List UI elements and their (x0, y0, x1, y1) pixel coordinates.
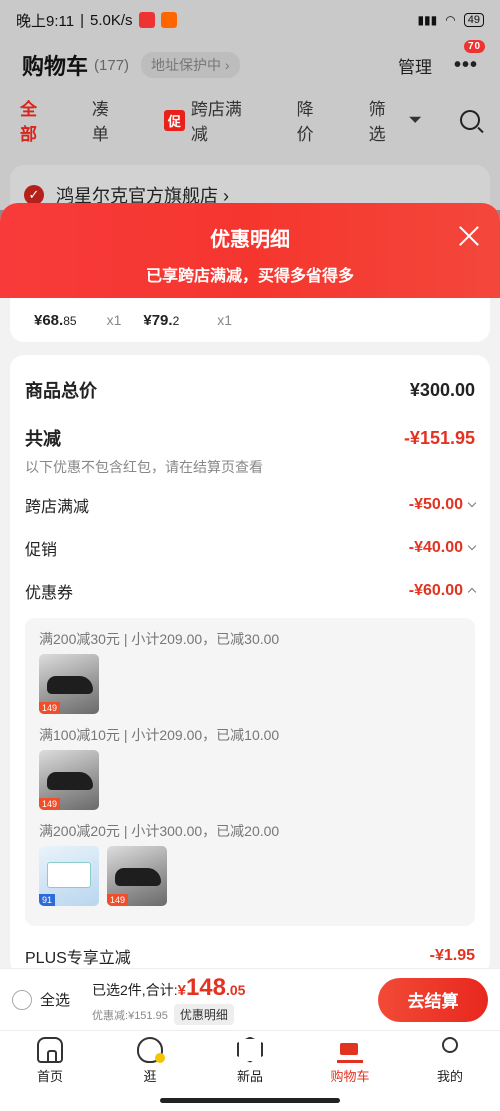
tab-me[interactable]: 我的 (415, 1036, 485, 1085)
filter-tabs: 全部 凑单 促 跨店满减 降价 筛选 ⏷ (0, 90, 500, 150)
cart-count: (177) (94, 56, 130, 74)
cross-store-discount-row[interactable]: 跨店满减 -¥50.00 (25, 483, 477, 526)
bottom-tab-bar: 首页 逛 新品 购物车 我的 (0, 1030, 500, 1090)
close-icon[interactable] (458, 225, 480, 247)
search-icon[interactable] (460, 110, 481, 130)
network-speed: 5.0K/s (90, 11, 133, 29)
sheet-title: 优惠明细 (210, 229, 290, 251)
cross-store-discount-label: 跨店满减 (25, 498, 90, 516)
coupon-discount-label: 优惠券 (25, 584, 74, 602)
coupon-1-thumbs: 149 (39, 654, 461, 722)
promo-discount-label: 促销 (25, 541, 58, 559)
coupon-line-2: 满100减10元 | 小计209.00，已减10.00 (39, 727, 280, 743)
tab-browse-label: 逛 (143, 1068, 157, 1084)
tab-cart-label: 购物车 (330, 1068, 370, 1084)
tab-new-label: 新品 (236, 1068, 263, 1084)
total-price-label: 商品总价 (25, 381, 97, 401)
discount-detail-sheet: 优惠明细 已享跨店满减，买得多省得多 ¥68.85 x1 ¥79.2 x1 商品… (0, 203, 500, 968)
total-discount-row: 共减 -¥151.95 (25, 425, 475, 451)
chevron-down-icon (467, 541, 477, 551)
more-badge: 70 (463, 39, 486, 53)
discount-note: 以下优惠不包含红包，请在结算页查看 (25, 459, 263, 475)
select-all-label[interactable]: 全选 (40, 989, 70, 1010)
checkout-button[interactable]: 去结算 (378, 977, 488, 1022)
wifi-icon: ◠ (445, 13, 456, 27)
item-qty-2: x1 (217, 312, 233, 328)
checkout-bar: 全选 已选2件,合计: ¥148.05 优惠减:¥151.95 优惠明细 去结算 (0, 968, 500, 1030)
signal-icon: ▮▮▮ (417, 13, 438, 27)
tab-cross-store[interactable]: 促 跨店满减 (163, 95, 259, 145)
home-icon (37, 1036, 63, 1063)
coupon-line-3: 满200减20元 | 小计300.00，已减20.00 (39, 823, 280, 839)
address-protect-chip[interactable]: 地址保护中 › (141, 52, 240, 78)
tab-cart[interactable]: 购物车 (315, 1037, 385, 1085)
chevron-up-icon (467, 587, 477, 597)
total-discount-value: -¥151.95 (403, 427, 475, 448)
cross-store-discount-value: -¥50.00 (408, 495, 463, 513)
total-price-value: ¥300.00 (409, 379, 475, 400)
user-icon (442, 1036, 458, 1053)
cart-icon (337, 1037, 363, 1063)
sheet-header: 优惠明细 已享跨店满减，买得多省得多 (0, 203, 500, 298)
total-discount-label: 共减 (25, 429, 61, 449)
cart-header: 购物车 (177) 地址保护中 › 管理 ••• 70 (0, 39, 500, 90)
tab-browse[interactable]: 逛 (115, 1036, 185, 1085)
product-thumbnail-box[interactable]: 91 (39, 846, 99, 906)
discount-breakdown-card: 商品总价 ¥300.00 共减 -¥151.95 以下优惠不包含红包，请在结算页… (10, 355, 490, 968)
home-indicator (160, 1098, 340, 1103)
selected-total-label: 已选2件,合计: (92, 982, 178, 998)
total-price-row: 商品总价 ¥300.00 (25, 355, 475, 425)
page-title: 购物车 (22, 54, 89, 79)
notification-app-icon (138, 12, 155, 28)
coupon-line-1: 满200减30元 | 小计209.00，已减30.00 (39, 631, 280, 647)
item-qty-1: x1 (106, 312, 122, 328)
discount-summary: 优惠减:¥151.95 (92, 1009, 168, 1022)
promo-discount-row[interactable]: 促销 -¥40.00 (25, 526, 477, 569)
promo-discount-value: -¥40.00 (408, 538, 463, 556)
coupon-details: 满200减30元 | 小计209.00，已减30.00 149 满100减10元… (25, 618, 475, 926)
discount-detail-chip[interactable]: 优惠明细 (173, 1004, 234, 1025)
manage-button[interactable]: 管理 (398, 53, 432, 78)
filter-funnel-icon: ⏷ (408, 110, 423, 129)
item-price-1: ¥68.85 (34, 311, 77, 329)
tab-home[interactable]: 首页 (15, 1036, 85, 1085)
tab-all[interactable]: 全部 (20, 95, 54, 145)
tab-cross-store-label: 跨店满减 (190, 100, 242, 144)
store-checkbox-icon[interactable]: ✓ (24, 185, 44, 205)
more-menu-icon[interactable]: ••• 70 (454, 39, 486, 77)
cube-icon (237, 1036, 263, 1063)
product-thumbnail-shoe[interactable]: 149 (39, 654, 99, 714)
selected-items-prices: ¥68.85 x1 ¥79.2 x1 (10, 298, 490, 342)
product-thumbnail-shoe[interactable]: 149 (107, 846, 167, 906)
select-all-radio[interactable] (12, 989, 32, 1010)
tab-filter-label: 筛选 (368, 100, 386, 144)
tab-price-drop[interactable]: 降价 (297, 95, 331, 145)
total-payable: ¥148.05 (177, 974, 246, 1001)
sum-block: 已选2件,合计: ¥148.05 优惠减:¥151.95 优惠明细 (92, 974, 245, 1025)
plus-discount-value: -¥1.95 (429, 947, 475, 964)
tab-filter[interactable]: 筛选 ⏷ (369, 95, 422, 145)
tab-new[interactable]: 新品 (215, 1036, 285, 1085)
browse-icon (137, 1036, 165, 1063)
chevron-down-icon (467, 498, 477, 508)
status-bar: 晚上9:11 | 5.0K/s ▮▮▮ ◠ 49 (0, 0, 500, 40)
tab-bundle[interactable]: 凑单 (92, 95, 126, 145)
plus-discount-row: PLUS专享立减 -¥1.95 (25, 926, 475, 968)
notification-app-icon-2 (160, 12, 177, 28)
coupon-2-thumbs: 149 (39, 750, 461, 818)
coupon-3-thumbs: 91 149 (39, 846, 461, 914)
tab-home-label: 首页 (36, 1068, 63, 1084)
battery-icon: 49 (463, 13, 484, 27)
promo-tag-icon: 促 (163, 109, 185, 131)
sheet-subtitle: 已享跨店满减，买得多省得多 (145, 268, 354, 285)
coupon-discount-row[interactable]: 优惠券 -¥60.00 (25, 569, 477, 612)
coupon-discount-value: -¥60.00 (408, 581, 463, 599)
tab-me-label: 我的 (436, 1068, 463, 1084)
product-thumbnail-shoe[interactable]: 149 (39, 750, 99, 810)
item-price-2: ¥79.2 (143, 311, 180, 329)
status-time: 晚上9:11 (16, 12, 75, 30)
plus-discount-label: PLUS专享立减 (25, 950, 131, 967)
